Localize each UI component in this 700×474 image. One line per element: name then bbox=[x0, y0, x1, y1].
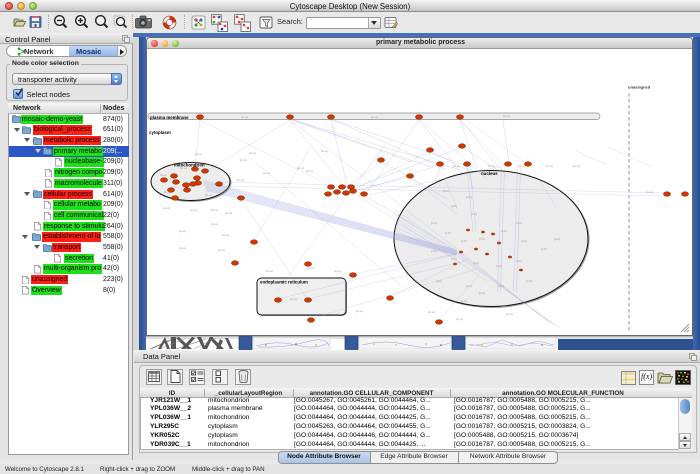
svg-text:[n-b]: [n-b] bbox=[443, 189, 449, 193]
svg-text:[m-a]: [m-a] bbox=[190, 208, 197, 212]
svg-text:[n-b]: [n-b] bbox=[521, 239, 527, 243]
svg-text:[n-b]: [n-b] bbox=[436, 279, 442, 283]
svg-text:[n-b]: [n-b] bbox=[526, 279, 532, 283]
svg-text:[m-a]: [m-a] bbox=[518, 164, 525, 168]
svg-text:[m-a]: [m-a] bbox=[163, 206, 170, 210]
svg-text:[m-a]: [m-a] bbox=[356, 309, 363, 313]
svg-text:endoplasmic reticulum: endoplasmic reticulum bbox=[260, 279, 308, 284]
svg-text:[m-a]: [m-a] bbox=[290, 297, 297, 301]
svg-text:[n-b]: [n-b] bbox=[516, 221, 522, 225]
svg-text:mitochondrion: mitochondrion bbox=[174, 162, 205, 167]
svg-text:[m-a]: [m-a] bbox=[506, 312, 513, 316]
svg-text:[n-b]: [n-b] bbox=[541, 247, 547, 251]
svg-text:[n-b]: [n-b] bbox=[466, 284, 472, 288]
svg-text:unassigned: unassigned bbox=[628, 84, 651, 89]
svg-text:[m-a]: [m-a] bbox=[195, 152, 202, 156]
svg-text:[m-a]: [m-a] bbox=[225, 211, 232, 215]
svg-text:[n-b]: [n-b] bbox=[461, 299, 467, 303]
svg-text:[n-b]: [n-b] bbox=[451, 204, 457, 208]
svg-text:[m-a]: [m-a] bbox=[488, 164, 495, 168]
svg-text:[m-a]: [m-a] bbox=[249, 151, 256, 155]
svg-text:[m-a]: [m-a] bbox=[428, 310, 435, 314]
svg-text:[m-a]: [m-a] bbox=[371, 115, 378, 119]
svg-text:[m-a]: [m-a] bbox=[263, 171, 270, 175]
svg-text:[m-a]: [m-a] bbox=[453, 164, 460, 168]
svg-text:[m-a]: [m-a] bbox=[237, 178, 244, 182]
svg-text:[n-b]: [n-b] bbox=[473, 261, 479, 265]
svg-text:[n-b]: [n-b] bbox=[431, 249, 437, 253]
svg-text:[n-b]: [n-b] bbox=[479, 291, 485, 295]
svg-text:[m-a]: [m-a] bbox=[307, 266, 314, 270]
svg-text:[n-b]: [n-b] bbox=[445, 231, 451, 235]
svg-text:cytoplasm: cytoplasm bbox=[149, 130, 171, 135]
svg-text:plasma membrane: plasma membrane bbox=[150, 115, 189, 120]
svg-text:[m-a]: [m-a] bbox=[179, 246, 186, 250]
svg-text:[n-b]: [n-b] bbox=[554, 237, 560, 241]
svg-text:[m-a]: [m-a] bbox=[297, 166, 304, 170]
svg-text:[n-b]: [n-b] bbox=[431, 221, 437, 225]
svg-text:[m-a]: [m-a] bbox=[179, 229, 186, 233]
svg-text:[m-a]: [m-a] bbox=[503, 114, 510, 118]
svg-text:[m-a]: [m-a] bbox=[573, 164, 580, 168]
svg-text:[m-a]: [m-a] bbox=[211, 222, 218, 226]
svg-text:[m-a]: [m-a] bbox=[205, 193, 212, 197]
svg-text:[m-a]: [m-a] bbox=[218, 248, 225, 252]
svg-text:[m-a]: [m-a] bbox=[164, 190, 171, 194]
svg-text:[m-a]: [m-a] bbox=[222, 233, 229, 237]
svg-text:[n-b]: [n-b] bbox=[498, 284, 504, 288]
svg-text:nucleus: nucleus bbox=[481, 171, 498, 176]
svg-text:[m-a]: [m-a] bbox=[456, 317, 463, 321]
svg-text:[m-a]: [m-a] bbox=[334, 269, 341, 273]
svg-text:[n-b]: [n-b] bbox=[466, 195, 472, 199]
svg-text:[n-b]: [n-b] bbox=[501, 229, 507, 233]
svg-text:[n-b]: [n-b] bbox=[451, 257, 457, 261]
svg-text:[m-a]: [m-a] bbox=[646, 190, 653, 194]
svg-text:[n-b]: [n-b] bbox=[461, 239, 467, 243]
svg-text:[m-a]: [m-a] bbox=[321, 149, 328, 153]
svg-text:[m-a]: [m-a] bbox=[241, 115, 248, 119]
svg-text:[n-b]: [n-b] bbox=[516, 259, 522, 263]
svg-text:[m-a]: [m-a] bbox=[240, 158, 247, 162]
svg-text:[m-a]: [m-a] bbox=[266, 269, 273, 273]
svg-text:[m-a]: [m-a] bbox=[306, 169, 313, 173]
svg-text:[m-a]: [m-a] bbox=[546, 164, 553, 168]
svg-text:[n-b]: [n-b] bbox=[501, 304, 507, 308]
svg-text:[n-b]: [n-b] bbox=[479, 237, 485, 241]
svg-text:[n-b]: [n-b] bbox=[496, 264, 502, 268]
svg-text:[m-a]: [m-a] bbox=[211, 208, 218, 212]
svg-text:[m-a]: [m-a] bbox=[160, 173, 167, 177]
svg-text:[n-b]: [n-b] bbox=[471, 212, 477, 216]
